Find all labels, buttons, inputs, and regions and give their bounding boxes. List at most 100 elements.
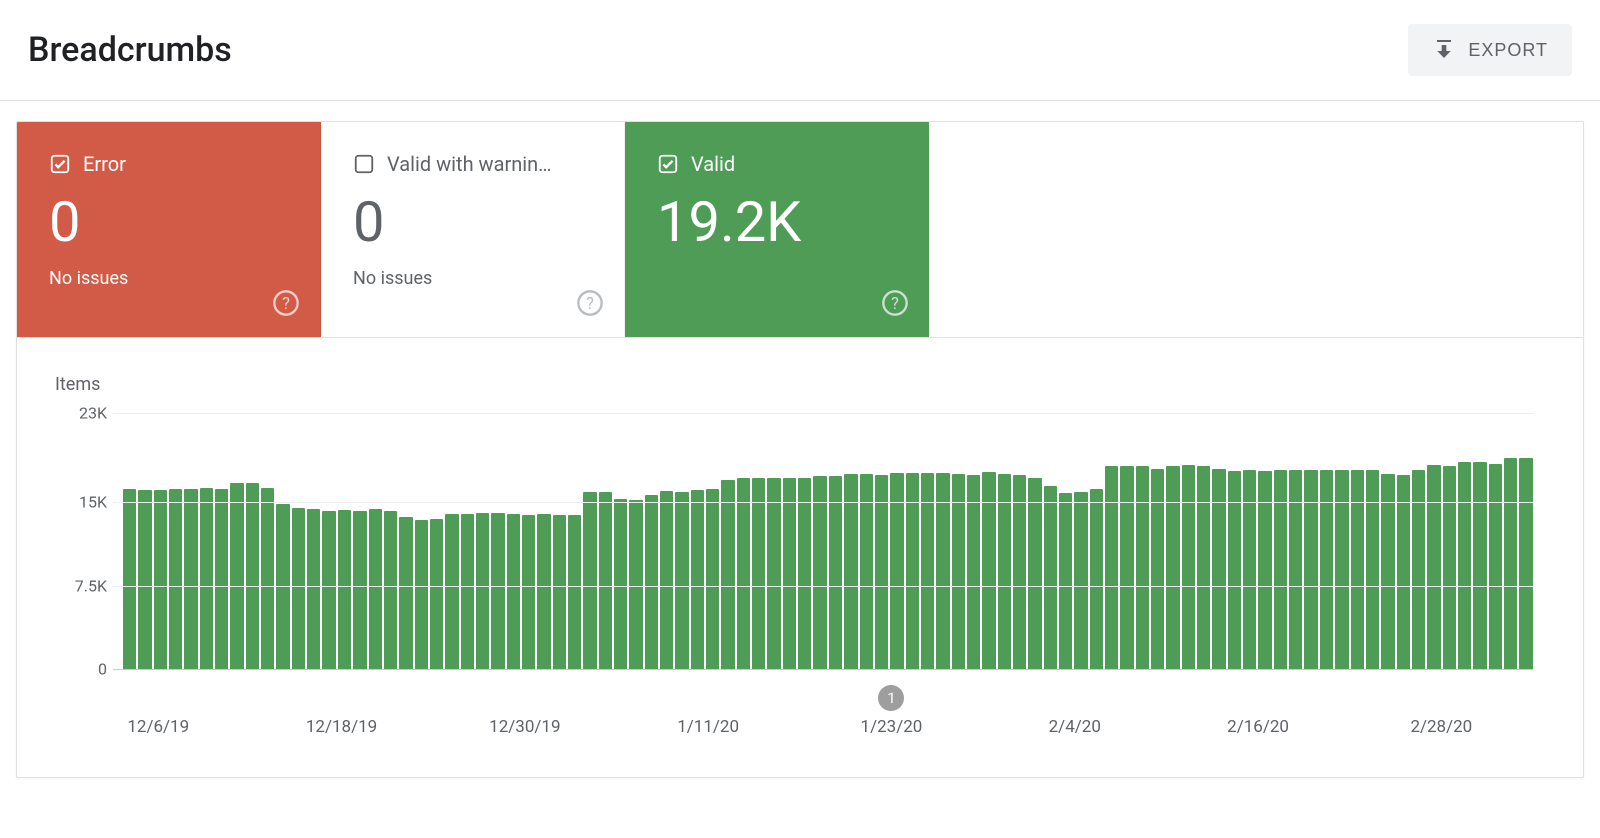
bar[interactable] [1320, 470, 1333, 669]
bar[interactable] [384, 511, 397, 669]
bar[interactable] [322, 511, 335, 669]
help-icon[interactable]: ? [881, 289, 909, 317]
bar[interactable] [276, 504, 289, 669]
card-warning[interactable]: Valid with warnin… 0 No issues ? [321, 122, 625, 337]
bar[interactable] [292, 508, 305, 669]
bar[interactable] [1028, 478, 1041, 669]
bar[interactable] [1458, 462, 1471, 669]
bar[interactable] [261, 488, 274, 669]
bar[interactable] [353, 511, 366, 669]
bar[interactable] [967, 475, 980, 669]
bar[interactable] [1289, 470, 1302, 669]
bar[interactable] [860, 474, 873, 669]
bar[interactable] [1136, 466, 1149, 669]
card-valid-value: 19.2K [657, 194, 897, 250]
bar[interactable] [307, 509, 320, 669]
bar[interactable] [1013, 475, 1026, 669]
bar[interactable] [369, 509, 382, 669]
bar[interactable] [1274, 470, 1287, 669]
bar[interactable] [200, 488, 213, 669]
bar[interactable] [1412, 470, 1425, 669]
bar[interactable] [706, 489, 719, 669]
bar[interactable] [568, 515, 581, 669]
bar[interactable] [1212, 469, 1225, 669]
bar[interactable] [875, 475, 888, 669]
bar[interactable] [1427, 465, 1440, 669]
bar[interactable] [767, 478, 780, 669]
bar[interactable] [614, 499, 627, 669]
bar[interactable] [752, 478, 765, 669]
bar[interactable] [230, 483, 243, 669]
export-button[interactable]: EXPORT [1408, 24, 1572, 76]
bar[interactable] [169, 489, 182, 669]
bar[interactable] [1059, 493, 1072, 669]
bar[interactable] [798, 478, 811, 669]
bar[interactable] [645, 495, 658, 669]
card-valid[interactable]: Valid 19.2K ? [625, 122, 929, 337]
bar[interactable] [813, 476, 826, 669]
chart[interactable]: 07.5K15K23K [59, 401, 1541, 681]
bar[interactable] [491, 513, 504, 669]
bar[interactable] [1504, 458, 1517, 669]
card-error-value: 0 [49, 194, 288, 250]
bar[interactable] [1351, 470, 1364, 669]
bar[interactable] [1397, 475, 1410, 669]
bar[interactable] [553, 515, 566, 669]
bar[interactable] [154, 490, 167, 669]
bar[interactable] [952, 474, 965, 669]
bar[interactable] [338, 510, 351, 669]
bar[interactable] [675, 492, 688, 669]
bar[interactable] [1489, 464, 1502, 669]
bar[interactable] [1151, 469, 1164, 669]
bar[interactable] [1443, 466, 1456, 669]
bar[interactable] [783, 478, 796, 669]
bar[interactable] [691, 490, 704, 669]
bar[interactable] [583, 492, 596, 669]
bar[interactable] [1197, 466, 1210, 669]
gridline [113, 502, 1533, 503]
bar[interactable] [1182, 465, 1195, 669]
bar[interactable] [737, 478, 750, 669]
bar[interactable] [522, 515, 535, 669]
bar[interactable] [599, 492, 612, 669]
bar[interactable] [246, 483, 259, 669]
bar[interactable] [629, 500, 642, 669]
bar[interactable] [184, 489, 197, 669]
bar[interactable] [1473, 462, 1486, 669]
bar[interactable] [399, 517, 412, 669]
help-icon[interactable]: ? [576, 289, 604, 317]
bar[interactable] [445, 514, 458, 669]
bar[interactable] [476, 513, 489, 669]
bar[interactable] [461, 514, 474, 669]
bar[interactable] [844, 474, 857, 669]
bar[interactable] [1366, 470, 1379, 669]
bar[interactable] [1519, 458, 1532, 669]
bar[interactable] [1166, 466, 1179, 669]
bar[interactable] [998, 474, 1011, 669]
card-error[interactable]: Error 0 No issues ? [17, 122, 321, 337]
bar[interactable] [721, 480, 734, 669]
bar[interactable] [507, 514, 520, 669]
bar[interactable] [1304, 470, 1317, 669]
annotation-marker[interactable]: 1 [878, 685, 904, 711]
bar[interactable] [537, 514, 550, 669]
bar[interactable] [1105, 466, 1118, 669]
bar[interactable] [215, 489, 228, 669]
bar[interactable] [1258, 471, 1271, 669]
bar[interactable] [415, 520, 428, 669]
bar[interactable] [829, 476, 842, 669]
help-icon[interactable]: ? [272, 289, 300, 317]
bar[interactable] [1228, 471, 1241, 669]
bar[interactable] [1044, 486, 1057, 669]
bar[interactable] [1335, 470, 1348, 669]
bar[interactable] [1381, 474, 1394, 669]
bar[interactable] [660, 491, 673, 669]
bar[interactable] [1074, 492, 1087, 669]
bar[interactable] [1090, 489, 1103, 669]
x-tick-label: 2/28/20 [1410, 717, 1472, 737]
bar[interactable] [1243, 470, 1256, 669]
bar[interactable] [430, 519, 443, 669]
bar[interactable] [1120, 466, 1133, 669]
bar[interactable] [123, 489, 136, 669]
bar[interactable] [138, 490, 151, 669]
